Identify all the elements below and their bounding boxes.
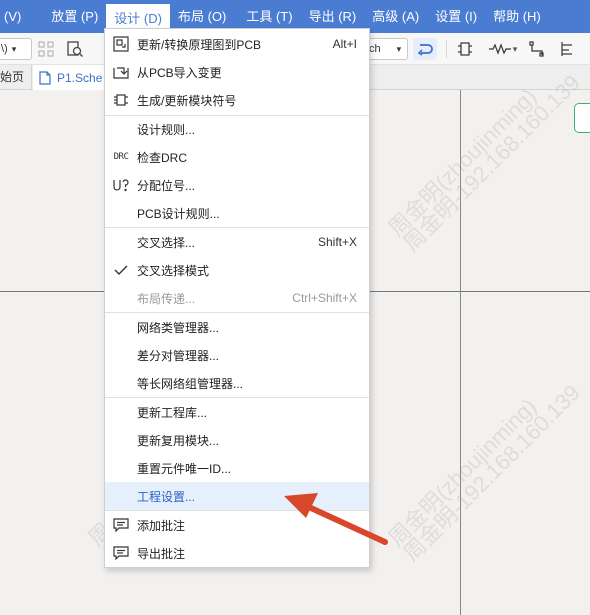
wire-icon[interactable]	[526, 38, 548, 60]
tab-home[interactable]: 始页	[0, 65, 32, 89]
menu-item-label: 更新复用模块...	[137, 433, 220, 448]
menu-item-equal-length-manager[interactable]: 等长网络组管理器...	[105, 369, 369, 397]
find-page-icon[interactable]	[64, 38, 86, 60]
menu-item-import-from-pcb[interactable]: 从PCB导入变更	[105, 58, 369, 86]
menu-help[interactable]: 帮助 (H)	[485, 0, 549, 33]
menu-item-diff-pair-manager[interactable]: 差分对管理器...	[105, 341, 369, 369]
menu-item-add-comment[interactable]: 添加批注	[105, 511, 369, 539]
menu-item-net-class-manager[interactable]: 网络类管理器...	[105, 313, 369, 341]
document-icon	[39, 70, 51, 85]
menu-item-label: 从PCB导入变更	[137, 65, 222, 80]
unit-select-value: ch	[369, 43, 381, 55]
menu-item-label: 差分对管理器...	[137, 348, 220, 363]
watermark-line1: 周金明(zhoujinming)	[383, 393, 542, 552]
menu-advanced[interactable]: 高级 (A)	[364, 0, 427, 33]
menu-item-label: 更新/转换原理图到PCB	[137, 37, 262, 52]
import-changes-icon	[111, 63, 131, 81]
menu-item-label: 分配位号...	[137, 178, 196, 193]
drc-icon: DRC	[113, 152, 129, 162]
menu-item-check-drc[interactable]: DRC 检查DRC	[105, 143, 369, 171]
menu-item-label: 布局传递...	[137, 291, 196, 306]
menu-item-label: 等长网络组管理器...	[137, 376, 244, 391]
watermark-line1: 周金明(zhoujinming)	[383, 83, 542, 242]
export-comment-icon	[111, 544, 131, 562]
module-symbol-icon	[111, 91, 131, 109]
menu-item-module-symbol[interactable]: 生成/更新模块符号	[105, 86, 369, 114]
chevron-down-icon: ▾	[512, 43, 518, 54]
menu-item-label: 网络类管理器...	[137, 320, 220, 335]
menu-item-update-reuse-module[interactable]: 更新复用模块...	[105, 426, 369, 454]
menu-item-update-pcb[interactable]: 更新/转换原理图到PCB Alt+I	[105, 30, 369, 58]
menu-item-label: 添加批注	[137, 518, 186, 533]
menu-item-cross-select[interactable]: 交叉选择... Shift+X	[105, 228, 369, 256]
menu-item-label: 交叉选择...	[137, 235, 196, 250]
menu-item-label: 重置元件唯一ID...	[137, 461, 232, 476]
chevron-down-icon: ▾	[11, 43, 17, 54]
watermark: 周金明(zhoujinming)	[380, 80, 543, 243]
unit-select[interactable]: ch ▾	[364, 38, 408, 60]
watermark: 周金明(zhoujinming)	[380, 390, 543, 553]
menu-item-shortcut: Alt+I	[332, 37, 357, 51]
menu-item-label: 导出批注	[137, 546, 186, 561]
menu-item-layout-transfer[interactable]: 布局传递... Ctrl+Shift+X	[105, 284, 369, 312]
left-select[interactable]: \) ▾	[0, 38, 32, 60]
menu-item-project-settings[interactable]: 工程设置...	[105, 482, 369, 510]
tab-schematic[interactable]: P1.Sche	[33, 65, 105, 90]
menu-item-assign-designator[interactable]: 分配位号...	[105, 171, 369, 199]
menu-item-update-project-library[interactable]: 更新工程库...	[105, 398, 369, 426]
assign-designator-icon	[111, 176, 131, 194]
menu-item-shortcut: Ctrl+Shift+X	[292, 291, 357, 305]
undo-loop-icon[interactable]	[413, 38, 437, 60]
menu-item-cross-select-mode[interactable]: 交叉选择模式	[105, 256, 369, 284]
menu-item-label: 检查DRC	[137, 150, 187, 165]
checkmark-icon	[111, 261, 131, 279]
menu-item-label: 设计规则...	[137, 122, 196, 137]
bus-icon[interactable]	[556, 38, 578, 60]
update-pcb-icon	[111, 35, 131, 53]
menu-settings[interactable]: 设置 (I)	[427, 0, 485, 33]
menu-item-design-rules[interactable]: 设计规则...	[105, 115, 369, 143]
side-panel-toggle[interactable]	[574, 103, 590, 133]
menu-view[interactable]: (V)	[0, 0, 29, 33]
toolbar-divider	[446, 40, 447, 58]
design-menu-dropdown: 更新/转换原理图到PCB Alt+I 从PCB导入变更 生成/更新模块符号 设计…	[104, 28, 370, 568]
menu-item-label: 更新工程库...	[137, 405, 208, 420]
watermark-line2: 周金明-192.168.160.139	[398, 379, 585, 567]
left-select-value: \)	[1, 43, 8, 55]
menu-item-label: 交叉选择模式	[137, 263, 210, 278]
chip-icon[interactable]	[454, 38, 476, 60]
watermark: 周金明-192.168.160.139	[395, 66, 586, 257]
add-comment-icon	[111, 516, 131, 534]
watermark: 周金明-192.168.160.139	[395, 376, 586, 567]
menu-item-shortcut: Shift+X	[317, 235, 357, 249]
menu-item-label: 工程设置...	[137, 489, 196, 504]
resistor-icon[interactable]: ▾	[486, 38, 520, 60]
menu-item-reset-unique-id[interactable]: 重置元件唯一ID...	[105, 454, 369, 482]
chevron-down-icon: ▾	[396, 43, 402, 54]
menu-place[interactable]: 放置 (P)	[43, 0, 106, 33]
menu-item-label: 生成/更新模块符号	[137, 93, 237, 108]
menu-item-label: PCB设计规则...	[137, 206, 220, 221]
tab-schematic-label: P1.Sche	[57, 70, 103, 85]
tab-home-label: 始页	[0, 70, 25, 84]
menu-item-export-comment[interactable]: 导出批注	[105, 539, 369, 567]
watermark-line2: 周金明-192.168.160.139	[398, 69, 585, 257]
menu-item-pcb-design-rules[interactable]: PCB设计规则...	[105, 199, 369, 227]
grid-icon[interactable]	[36, 38, 56, 60]
